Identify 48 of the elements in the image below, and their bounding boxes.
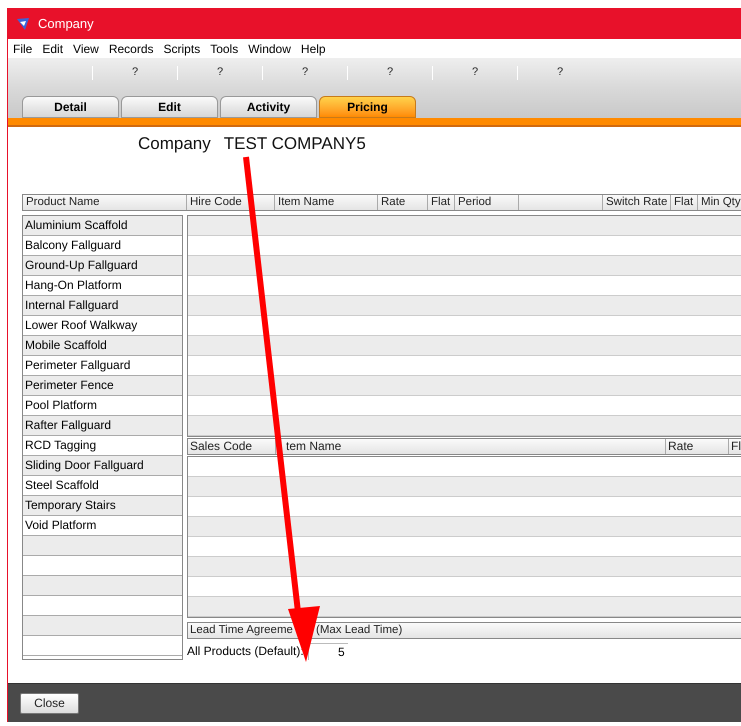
app-icon <box>16 16 30 30</box>
column-header: Fl <box>729 439 741 454</box>
column-header: Period <box>455 195 519 210</box>
column-header: Rate <box>666 439 729 454</box>
menu-item[interactable]: Window <box>243 40 296 58</box>
product-cell[interactable]: Internal Fallguard <box>23 296 182 316</box>
tab[interactable]: Edit <box>121 96 218 118</box>
toolbar-button[interactable]: ? <box>132 64 138 81</box>
menu-item[interactable]: Tools <box>205 40 244 58</box>
tab[interactable]: Detail <box>22 96 119 118</box>
close-button[interactable]: Close <box>20 692 79 714</box>
menu-item[interactable]: View <box>68 40 104 58</box>
menu-item[interactable]: File <box>8 40 38 58</box>
column-header: Item Name <box>275 195 378 210</box>
product-cell[interactable]: Rafter Fallguard <box>23 416 182 436</box>
product-cell[interactable]: Perimeter Fence <box>23 376 182 396</box>
toolbar-button[interactable]: ? <box>386 64 394 81</box>
product-cell[interactable]: Aluminium Scaffold <box>23 216 182 236</box>
column-header: tem Name <box>276 439 666 454</box>
toolbar-button[interactable]: ? <box>556 64 564 81</box>
column-header: Sales Code <box>188 439 276 454</box>
menu-item[interactable]: Help <box>296 40 331 58</box>
toolbar-button[interactable]: ? <box>302 64 308 81</box>
column-header: Rate <box>378 195 428 210</box>
column-header: Flat <box>671 195 698 210</box>
toolbar-button[interactable]: ? <box>216 64 224 81</box>
company-name: TEST COMPANY5 <box>224 133 366 155</box>
product-cell[interactable]: Sliding Door Fallguard <box>23 456 182 476</box>
menu-item[interactable]: Scripts <box>158 40 206 58</box>
tab[interactable]: Pricing <box>319 96 416 118</box>
product-cell[interactable]: Mobile Scaffold <box>23 336 182 356</box>
column-header: Flat <box>428 195 455 210</box>
field-label: All Products (Default): <box>187 643 304 660</box>
tab[interactable]: Activity <box>220 96 317 118</box>
menu-item[interactable]: Records <box>104 40 159 58</box>
column-header: Product Name <box>23 195 187 210</box>
column-header: Switch Rate <box>603 195 671 210</box>
menu-item[interactable]: Edit <box>37 40 68 58</box>
company-label: Company <box>138 133 211 155</box>
column-header: Min Qty <box>698 195 741 210</box>
window-title: Company <box>38 14 94 33</box>
lead-time-header: Lead Time Agreeme <box>190 623 294 638</box>
toolbar-button[interactable]: ? <box>472 64 478 81</box>
product-cell[interactable]: Ground-Up Fallguard <box>23 256 182 276</box>
lead-time-field[interactable]: 5 <box>308 642 348 660</box>
lead-time-header: (Max Lead Time) <box>316 623 402 638</box>
product-cell[interactable]: Temporary Stairs <box>23 496 182 516</box>
column-header: Hire Code <box>187 195 275 210</box>
